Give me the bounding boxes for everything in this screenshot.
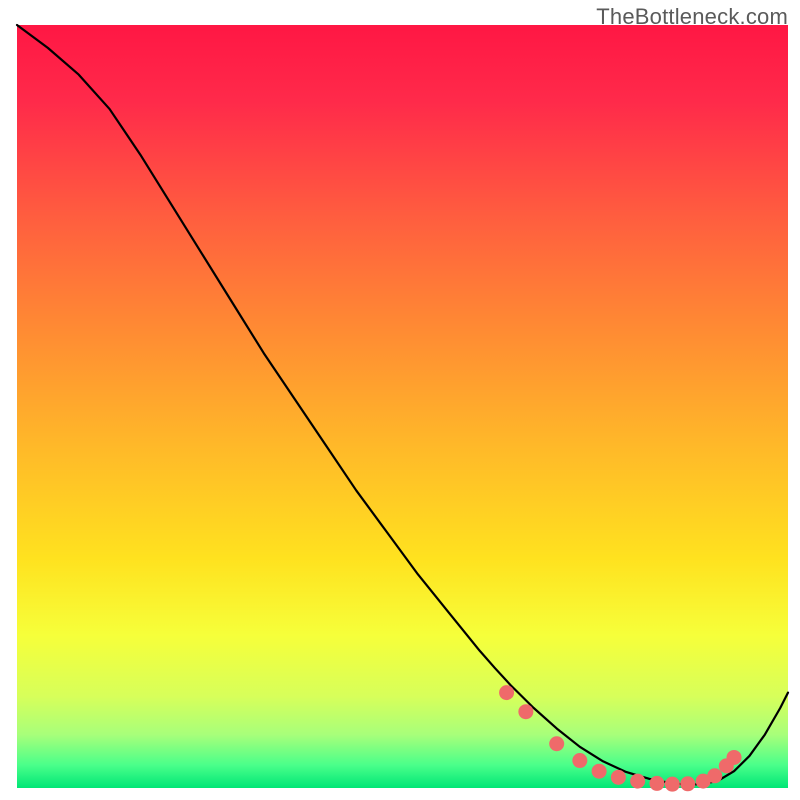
curve-marker bbox=[630, 774, 645, 789]
curve-marker bbox=[592, 764, 607, 779]
curve-marker bbox=[518, 704, 533, 719]
bottleneck-chart: TheBottleneck.com bbox=[0, 0, 800, 800]
curve-marker bbox=[665, 777, 680, 792]
curve-marker bbox=[611, 770, 626, 785]
curve-marker bbox=[727, 750, 742, 765]
chart-background bbox=[17, 25, 788, 788]
curve-marker bbox=[680, 776, 695, 791]
watermark-text: TheBottleneck.com bbox=[596, 4, 788, 30]
curve-marker bbox=[707, 768, 722, 783]
chart-svg bbox=[0, 0, 800, 800]
curve-marker bbox=[499, 685, 514, 700]
curve-marker bbox=[549, 736, 564, 751]
curve-marker bbox=[572, 753, 587, 768]
curve-marker bbox=[649, 776, 664, 791]
